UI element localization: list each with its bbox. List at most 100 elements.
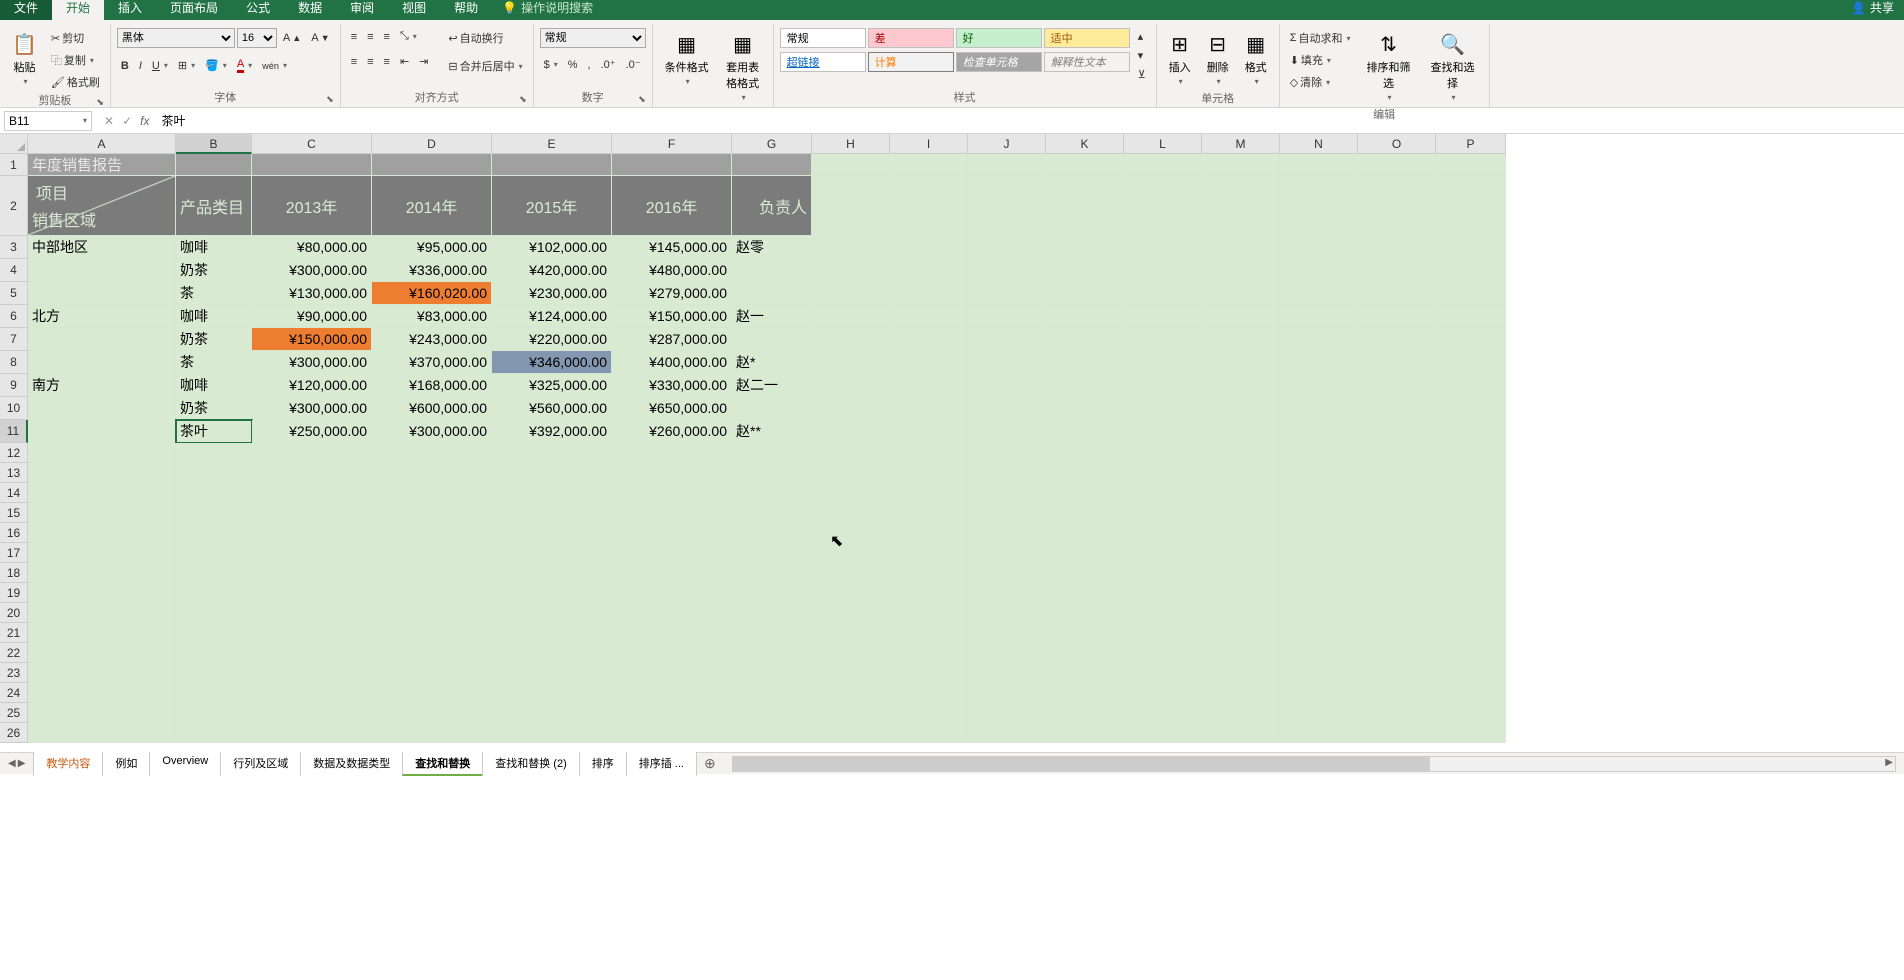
cell-F14[interactable] <box>612 483 732 503</box>
cell-B8[interactable]: 茶 <box>176 351 252 374</box>
cell-N14[interactable] <box>1280 483 1358 503</box>
cell-H24[interactable] <box>812 683 890 703</box>
wrap-text-button[interactable]: ↩自动换行 <box>444 28 526 48</box>
cell-M22[interactable] <box>1202 643 1280 663</box>
cell-N10[interactable] <box>1280 397 1358 420</box>
cell-G14[interactable] <box>732 483 812 503</box>
cell-H25[interactable] <box>812 703 890 723</box>
col-header-I[interactable]: I <box>890 134 968 154</box>
table-format-button[interactable]: ▦套用表格格式▾ <box>719 28 767 106</box>
cell-M6[interactable] <box>1202 305 1280 328</box>
cut-button[interactable]: ✂剪切 <box>47 28 104 48</box>
cell-D23[interactable] <box>372 663 492 683</box>
cell-H21[interactable] <box>812 623 890 643</box>
cell-L22[interactable] <box>1124 643 1202 663</box>
underline-button[interactable]: U▾ <box>148 58 172 74</box>
cell-J13[interactable] <box>968 463 1046 483</box>
cell-D5[interactable]: ¥160,020.00 <box>372 282 492 305</box>
cell-L4[interactable] <box>1124 259 1202 282</box>
cell-K7[interactable] <box>1046 328 1124 351</box>
cell-G19[interactable] <box>732 583 812 603</box>
cell-N8[interactable] <box>1280 351 1358 374</box>
cell-B17[interactable] <box>176 543 252 563</box>
cell-C9[interactable]: ¥120,000.00 <box>252 374 372 397</box>
cell-A5[interactable] <box>28 282 176 305</box>
cell-F10[interactable]: ¥650,000.00 <box>612 397 732 420</box>
cell-A14[interactable] <box>28 483 176 503</box>
cell-F17[interactable] <box>612 543 732 563</box>
cell-F18[interactable] <box>612 563 732 583</box>
cell-P24[interactable] <box>1436 683 1506 703</box>
col-header-A[interactable]: A <box>28 134 176 154</box>
cell-A22[interactable] <box>28 643 176 663</box>
menu-tab-insert[interactable]: 插入 <box>104 0 156 20</box>
cell-J10[interactable] <box>968 397 1046 420</box>
style-explain[interactable]: 解释性文本 <box>1044 52 1130 72</box>
cell-D22[interactable] <box>372 643 492 663</box>
cell-I18[interactable] <box>890 563 968 583</box>
cell-H18[interactable] <box>812 563 890 583</box>
increase-font-button[interactable]: A▲ <box>279 30 305 46</box>
cell-O14[interactable] <box>1358 483 1436 503</box>
cell-P16[interactable] <box>1436 523 1506 543</box>
cell-M19[interactable] <box>1202 583 1280 603</box>
cell-K26[interactable] <box>1046 723 1124 743</box>
cell-J25[interactable] <box>968 703 1046 723</box>
cell-A9[interactable]: 南方 <box>28 374 176 397</box>
cell-C12[interactable] <box>252 443 372 463</box>
cell-A26[interactable] <box>28 723 176 743</box>
cell-O21[interactable] <box>1358 623 1436 643</box>
cell-P6[interactable] <box>1436 305 1506 328</box>
comma-style-button[interactable]: , <box>584 57 595 73</box>
cell-H26[interactable] <box>812 723 890 743</box>
cell-E23[interactable] <box>492 663 612 683</box>
cell-B10[interactable]: 奶茶 <box>176 397 252 420</box>
cell-B9[interactable]: 咖啡 <box>176 374 252 397</box>
cell-J14[interactable] <box>968 483 1046 503</box>
cell-O22[interactable] <box>1358 643 1436 663</box>
sheet-tab-0[interactable]: 教学内容 <box>33 751 103 776</box>
cell-J11[interactable] <box>968 420 1046 443</box>
col-header-J[interactable]: J <box>968 134 1046 154</box>
cell-B1[interactable] <box>176 154 252 176</box>
cell-K11[interactable] <box>1046 420 1124 443</box>
cell-A23[interactable] <box>28 663 176 683</box>
cell-F5[interactable]: ¥279,000.00 <box>612 282 732 305</box>
cell-C2[interactable]: 2013年 <box>252 176 372 236</box>
cell-O1[interactable] <box>1358 154 1436 176</box>
cell-O6[interactable] <box>1358 305 1436 328</box>
style-hyperlink[interactable]: 超链接 <box>780 52 866 72</box>
cell-N26[interactable] <box>1280 723 1358 743</box>
cell-H7[interactable] <box>812 328 890 351</box>
cell-N16[interactable] <box>1280 523 1358 543</box>
row-header-1[interactable]: 1 <box>0 154 28 176</box>
cell-K1[interactable] <box>1046 154 1124 176</box>
cell-A12[interactable] <box>28 443 176 463</box>
cell-C10[interactable]: ¥300,000.00 <box>252 397 372 420</box>
confirm-formula-button[interactable]: ✓ <box>122 114 132 128</box>
col-header-H[interactable]: H <box>812 134 890 154</box>
cell-M12[interactable] <box>1202 443 1280 463</box>
cell-G1[interactable] <box>732 154 812 176</box>
cell-B18[interactable] <box>176 563 252 583</box>
cell-L7[interactable] <box>1124 328 1202 351</box>
cell-A4[interactable] <box>28 259 176 282</box>
cell-B25[interactable] <box>176 703 252 723</box>
cell-L9[interactable] <box>1124 374 1202 397</box>
cell-G24[interactable] <box>732 683 812 703</box>
cell-G2[interactable]: 负责人 <box>732 176 812 236</box>
cell-H2[interactable] <box>812 176 890 236</box>
cell-E13[interactable] <box>492 463 612 483</box>
row-header-20[interactable]: 20 <box>0 603 28 623</box>
cell-B20[interactable] <box>176 603 252 623</box>
cell-O24[interactable] <box>1358 683 1436 703</box>
cell-I17[interactable] <box>890 543 968 563</box>
align-left-button[interactable]: ≡ <box>347 54 361 70</box>
cell-I6[interactable] <box>890 305 968 328</box>
col-header-C[interactable]: C <box>252 134 372 154</box>
cell-M9[interactable] <box>1202 374 1280 397</box>
cell-C18[interactable] <box>252 563 372 583</box>
cell-P2[interactable] <box>1436 176 1506 236</box>
scrollbar-thumb[interactable] <box>733 757 1430 771</box>
cell-J20[interactable] <box>968 603 1046 623</box>
